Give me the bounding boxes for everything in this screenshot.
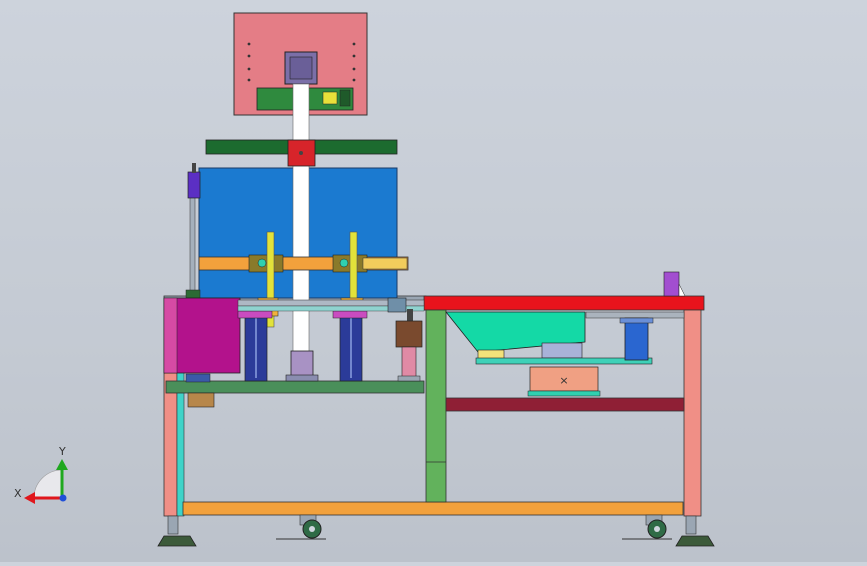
table-post-green xyxy=(425,309,447,503)
violet-block xyxy=(663,271,680,297)
triad-x-label: X xyxy=(14,487,22,500)
table-post-right xyxy=(683,309,702,517)
cylinder-actuator xyxy=(187,171,201,199)
cad-viewport[interactable]: × Y X xyxy=(0,0,867,562)
left-frame-bottom-beam xyxy=(182,501,684,516)
left-frame-mid-beam xyxy=(165,380,425,394)
triad-y-label: Y xyxy=(58,445,66,458)
blue-bracket xyxy=(624,317,649,361)
svg-text:×: × xyxy=(559,374,568,387)
blue-tank xyxy=(185,163,398,299)
column-base xyxy=(290,350,314,379)
sensor-cylinder xyxy=(395,309,423,382)
orientation-triad: Y X xyxy=(14,445,68,504)
caster-left xyxy=(276,514,326,540)
hopper-assembly: × xyxy=(445,271,686,397)
table-top-red xyxy=(423,295,705,311)
caster-right xyxy=(622,514,672,540)
machine-drawing: × Y X xyxy=(14,12,715,547)
maroon-crossbar xyxy=(445,397,685,412)
grey-strip xyxy=(585,311,685,319)
orange-slide-bar xyxy=(198,254,409,273)
feet xyxy=(157,515,715,547)
